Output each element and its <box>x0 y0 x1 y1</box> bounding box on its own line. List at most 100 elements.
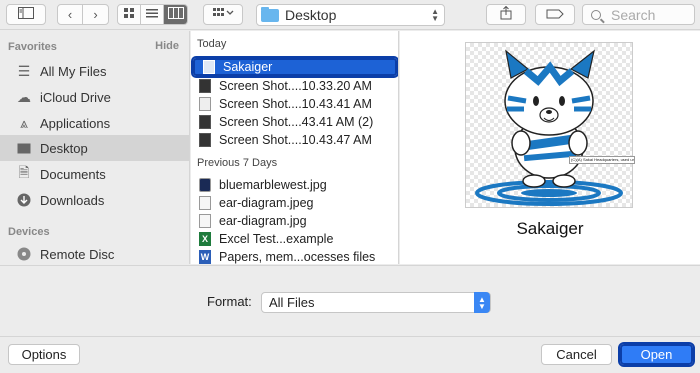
preview-pane: (C)(A) Sakai Headquarters, used under fa… <box>400 31 700 264</box>
arrange-grid-icon <box>212 7 234 22</box>
chevron-left-icon: ‹ <box>67 7 73 22</box>
up-down-arrows-icon: ▲ ▼ <box>431 7 439 23</box>
button-bar: Options Cancel Open <box>0 336 700 373</box>
list-view-button[interactable] <box>141 5 164 24</box>
format-bar: Format: All Files ▲ ▼ <box>0 265 700 335</box>
screenshot-file-icon <box>199 133 211 147</box>
file-row[interactable]: Screen Shot....10.43.41 AM <box>191 95 398 113</box>
file-name: Excel Test...example <box>219 232 334 246</box>
share-icon <box>500 5 512 23</box>
sidebar-item-desktop[interactable]: Desktop <box>0 135 189 161</box>
file-row[interactable]: Screen Shot....10.33.20 AM <box>191 77 398 95</box>
word-file-icon: W <box>199 250 211 264</box>
file-name: Screen Shot....10.43.47 AM <box>219 133 372 147</box>
sidebar-item-label: All My Files <box>40 63 107 79</box>
preview-file-name: Sakaiger <box>516 219 584 238</box>
screenshot-file-icon <box>199 97 211 111</box>
location-label: Desktop <box>285 7 337 23</box>
today-header: Today <box>197 38 227 50</box>
file-name: Screen Shot....10.33.20 AM <box>219 79 372 93</box>
format-value: All Files <box>269 295 315 310</box>
file-row[interactable]: bluemarblewest.jpg <box>191 176 398 194</box>
open-button[interactable]: Open <box>618 342 695 367</box>
sidebar-item-icloud-drive[interactable]: ☁ iCloud Drive <box>0 84 189 110</box>
search-placeholder: Search <box>611 6 656 23</box>
file-row[interactable]: W Papers, mem...ocesses files <box>191 248 398 264</box>
desktop-icon <box>16 140 32 156</box>
view-mode-control <box>117 4 188 25</box>
image-file-icon <box>199 214 211 228</box>
downloads-icon <box>16 192 32 208</box>
grid-icon <box>123 7 135 22</box>
sidebar-item-applications[interactable]: ⩓ Applications <box>0 110 189 136</box>
cloud-icon: ☁ <box>17 88 31 105</box>
toolbar: ‹ › Desktop ▲ ▼ Search <box>0 0 700 30</box>
format-select[interactable]: All Files ▲ ▼ <box>261 292 491 313</box>
chevron-right-icon: › <box>93 7 98 22</box>
sidebar-item-documents[interactable]: 🗎 Documents <box>0 161 189 187</box>
disc-icon <box>16 246 32 262</box>
up-down-arrows-icon: ▲ ▼ <box>474 292 490 313</box>
documents-icon: 🗎 <box>18 164 30 180</box>
forward-button[interactable]: › <box>83 5 108 24</box>
sidebar-item-remote-disc[interactable]: Remote Disc <box>0 241 189 264</box>
excel-file-icon: X <box>199 232 211 246</box>
search-field[interactable]: Search <box>582 4 695 25</box>
previous-7-days-header: Previous 7 Days <box>197 157 278 169</box>
favorites-header: Favorites <box>8 41 57 53</box>
image-file-icon <box>199 196 211 210</box>
nav-buttons: ‹ › <box>57 4 109 25</box>
search-icon <box>591 9 601 20</box>
tags-button[interactable] <box>535 4 575 25</box>
screenshot-file-icon <box>199 115 211 129</box>
share-button[interactable] <box>486 4 526 25</box>
file-name: ear-diagram.jpeg <box>219 196 314 210</box>
file-name: Screen Shot....43.41 AM (2) <box>219 115 374 129</box>
file-row-sakaiger[interactable]: Sakaiger <box>191 56 398 78</box>
file-list: Today Sakaiger Screen Shot....10.33.20 A… <box>191 31 399 264</box>
file-name: Sakaiger <box>223 60 273 74</box>
list-icon <box>145 7 159 22</box>
options-button[interactable]: Options <box>8 344 80 365</box>
all-files-icon: ☰ <box>17 62 31 79</box>
sidebar-item-label: iCloud Drive <box>40 89 111 105</box>
file-row[interactable]: Screen Shot....43.41 AM (2) <box>191 113 398 131</box>
file-row[interactable]: X Excel Test...example <box>191 230 398 248</box>
file-row[interactable]: Screen Shot....10.43.47 AM <box>191 131 398 149</box>
sidebar: Favorites Hide ☰ All My Files ☁ iCloud D… <box>0 31 190 264</box>
file-row[interactable]: ear-diagram.jpeg <box>191 194 398 212</box>
icon-view-button[interactable] <box>118 5 141 24</box>
file-name: Papers, mem...ocesses files <box>219 250 376 264</box>
arrange-button[interactable] <box>203 4 243 25</box>
sidebar-item-all-my-files[interactable]: ☰ All My Files <box>0 58 189 84</box>
file-name: Screen Shot....10.43.41 AM <box>219 97 372 111</box>
devices-header: Devices <box>8 226 50 238</box>
sidebar-item-label: Desktop <box>40 140 88 156</box>
sidebar-icon <box>18 7 34 22</box>
image-file-icon <box>203 60 215 74</box>
sidebar-item-label: Documents <box>40 166 106 182</box>
sidebar-item-label: Downloads <box>40 192 105 208</box>
column-view-button[interactable] <box>164 5 187 24</box>
image-caption: (C)(A) Sakai Headquarters, used under fa… <box>569 156 635 164</box>
applications-icon: ⩓ <box>20 114 28 131</box>
back-button[interactable]: ‹ <box>58 5 83 24</box>
file-name: ear-diagram.jpg <box>219 214 307 228</box>
folder-icon <box>261 6 279 22</box>
cancel-button[interactable]: Cancel <box>541 344 612 365</box>
format-label: Format: <box>207 294 252 309</box>
file-name: bluemarblewest.jpg <box>219 178 327 192</box>
sidebar-item-label: Applications <box>40 115 111 131</box>
sidebar-item-label: Remote Disc <box>40 246 115 262</box>
screenshot-file-icon <box>199 79 211 93</box>
sidebar-item-downloads[interactable]: Downloads <box>0 187 189 213</box>
preview-image: (C)(A) Sakai Headquarters, used under fa… <box>465 42 635 208</box>
file-row[interactable]: ear-diagram.jpg <box>191 212 398 230</box>
location-popup[interactable]: Desktop ▲ ▼ <box>256 4 445 26</box>
columns-icon <box>167 7 184 22</box>
hide-favorites-button[interactable]: Hide <box>155 40 179 52</box>
open-file-dialog: ‹ › Desktop ▲ ▼ Search Favorites Hide ☰ … <box>0 0 700 373</box>
sidebar-toggle-button[interactable] <box>6 4 46 25</box>
tag-icon <box>546 8 564 22</box>
image-file-icon <box>199 178 211 192</box>
